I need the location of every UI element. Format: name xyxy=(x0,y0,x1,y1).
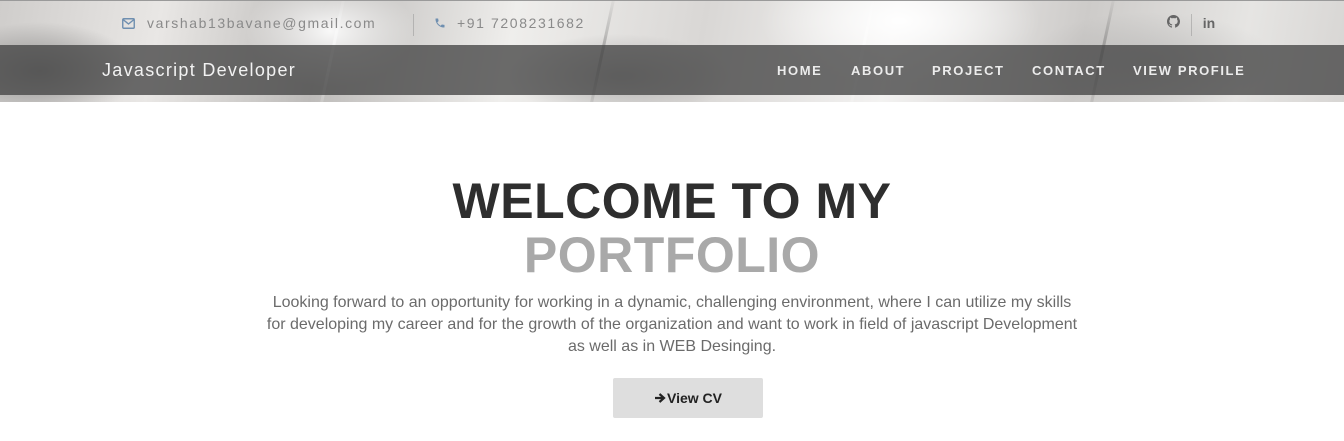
main-navbar: Javascript Developer HOME ABOUT PROJECT … xyxy=(0,45,1344,95)
phone-contact[interactable]: +91 7208231682 xyxy=(433,2,585,44)
nav-about[interactable]: ABOUT xyxy=(851,45,905,95)
email-text: varshab13bavane@gmail.com xyxy=(147,15,377,31)
phone-text: +91 7208231682 xyxy=(457,15,585,31)
hero-title: WELCOME TO MY xyxy=(452,173,892,229)
github-icon xyxy=(1166,15,1180,31)
github-link[interactable] xyxy=(1163,2,1183,44)
nav-project[interactable]: PROJECT xyxy=(932,45,1005,95)
contact-divider xyxy=(413,14,414,36)
intro-paragraph: Looking forward to an opportunity for wo… xyxy=(266,294,1078,355)
phone-icon xyxy=(433,16,447,30)
linkedin-link[interactable]: in xyxy=(1199,2,1219,44)
view-cv-label: View CV xyxy=(667,390,722,406)
header-banner: varshab13bavane@gmail.com +91 7208231682… xyxy=(0,0,1344,102)
email-contact[interactable]: varshab13bavane@gmail.com xyxy=(121,2,376,44)
nav-contact[interactable]: CONTACT xyxy=(1032,45,1106,95)
nav-view-profile[interactable]: VIEW PROFILE xyxy=(1133,45,1245,95)
hero-subtitle: PORTFOLIO xyxy=(523,227,821,283)
contact-bar: varshab13bavane@gmail.com +91 7208231682… xyxy=(0,2,1344,44)
brand-title[interactable]: Javascript Developer xyxy=(102,45,296,95)
arrow-right-icon xyxy=(654,392,666,404)
linkedin-icon: in xyxy=(1202,15,1216,31)
envelope-icon xyxy=(121,16,135,30)
banner-bottom-strip xyxy=(0,95,1344,102)
view-cv-button[interactable]: View CV xyxy=(613,378,763,418)
nav-home[interactable]: HOME xyxy=(777,45,822,95)
social-divider xyxy=(1191,14,1192,36)
